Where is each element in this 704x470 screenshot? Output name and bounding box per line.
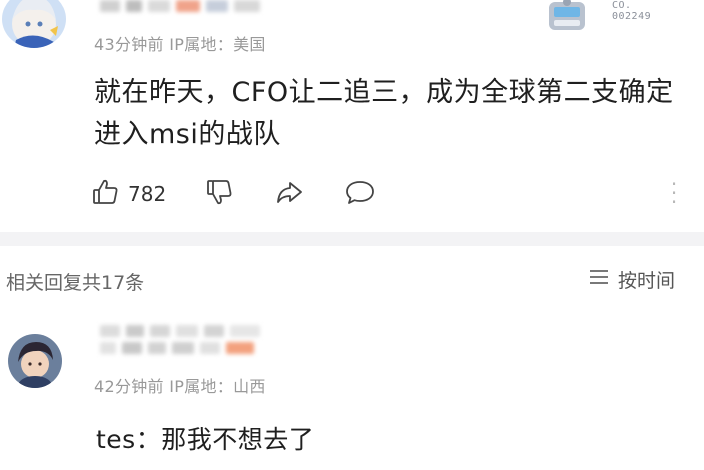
dislike-button[interactable]	[204, 177, 234, 211]
avatar[interactable]	[2, 0, 66, 48]
comment-actions: 782	[90, 176, 376, 212]
reply-meta: 42分钟前 IP属地：山西	[94, 377, 266, 396]
sort-list-icon	[588, 268, 610, 291]
thumb-up-icon	[90, 177, 120, 211]
comment-button[interactable]	[344, 177, 376, 211]
thumb-down-icon	[204, 177, 234, 211]
more-vertical-icon[interactable]: · · ·	[668, 174, 680, 212]
replies-count: 相关回复共17条	[6, 272, 145, 294]
username-redacted	[100, 325, 260, 337]
badge-code: CO. 002249	[612, 0, 652, 22]
sort-label: 按时间	[618, 270, 676, 292]
username-redacted-2	[100, 342, 254, 354]
like-count: 782	[128, 182, 167, 206]
comment-meta: 43分钟前 IP属地：美国	[94, 35, 266, 54]
like-button[interactable]: 782	[90, 177, 166, 211]
share-icon	[274, 177, 304, 211]
share-button[interactable]	[274, 177, 304, 211]
username-redacted	[100, 0, 260, 12]
sort-button[interactable]: 按时间	[588, 266, 675, 293]
reply-text: tes：那我不想去了	[96, 425, 315, 454]
badge-icon	[546, 0, 588, 34]
section-divider	[0, 232, 704, 246]
comment-text: 就在昨天，CFO让二追三，成为全球第二支确定进入msi的战队	[94, 77, 674, 150]
comment-icon	[344, 177, 376, 211]
avatar[interactable]	[8, 334, 62, 388]
